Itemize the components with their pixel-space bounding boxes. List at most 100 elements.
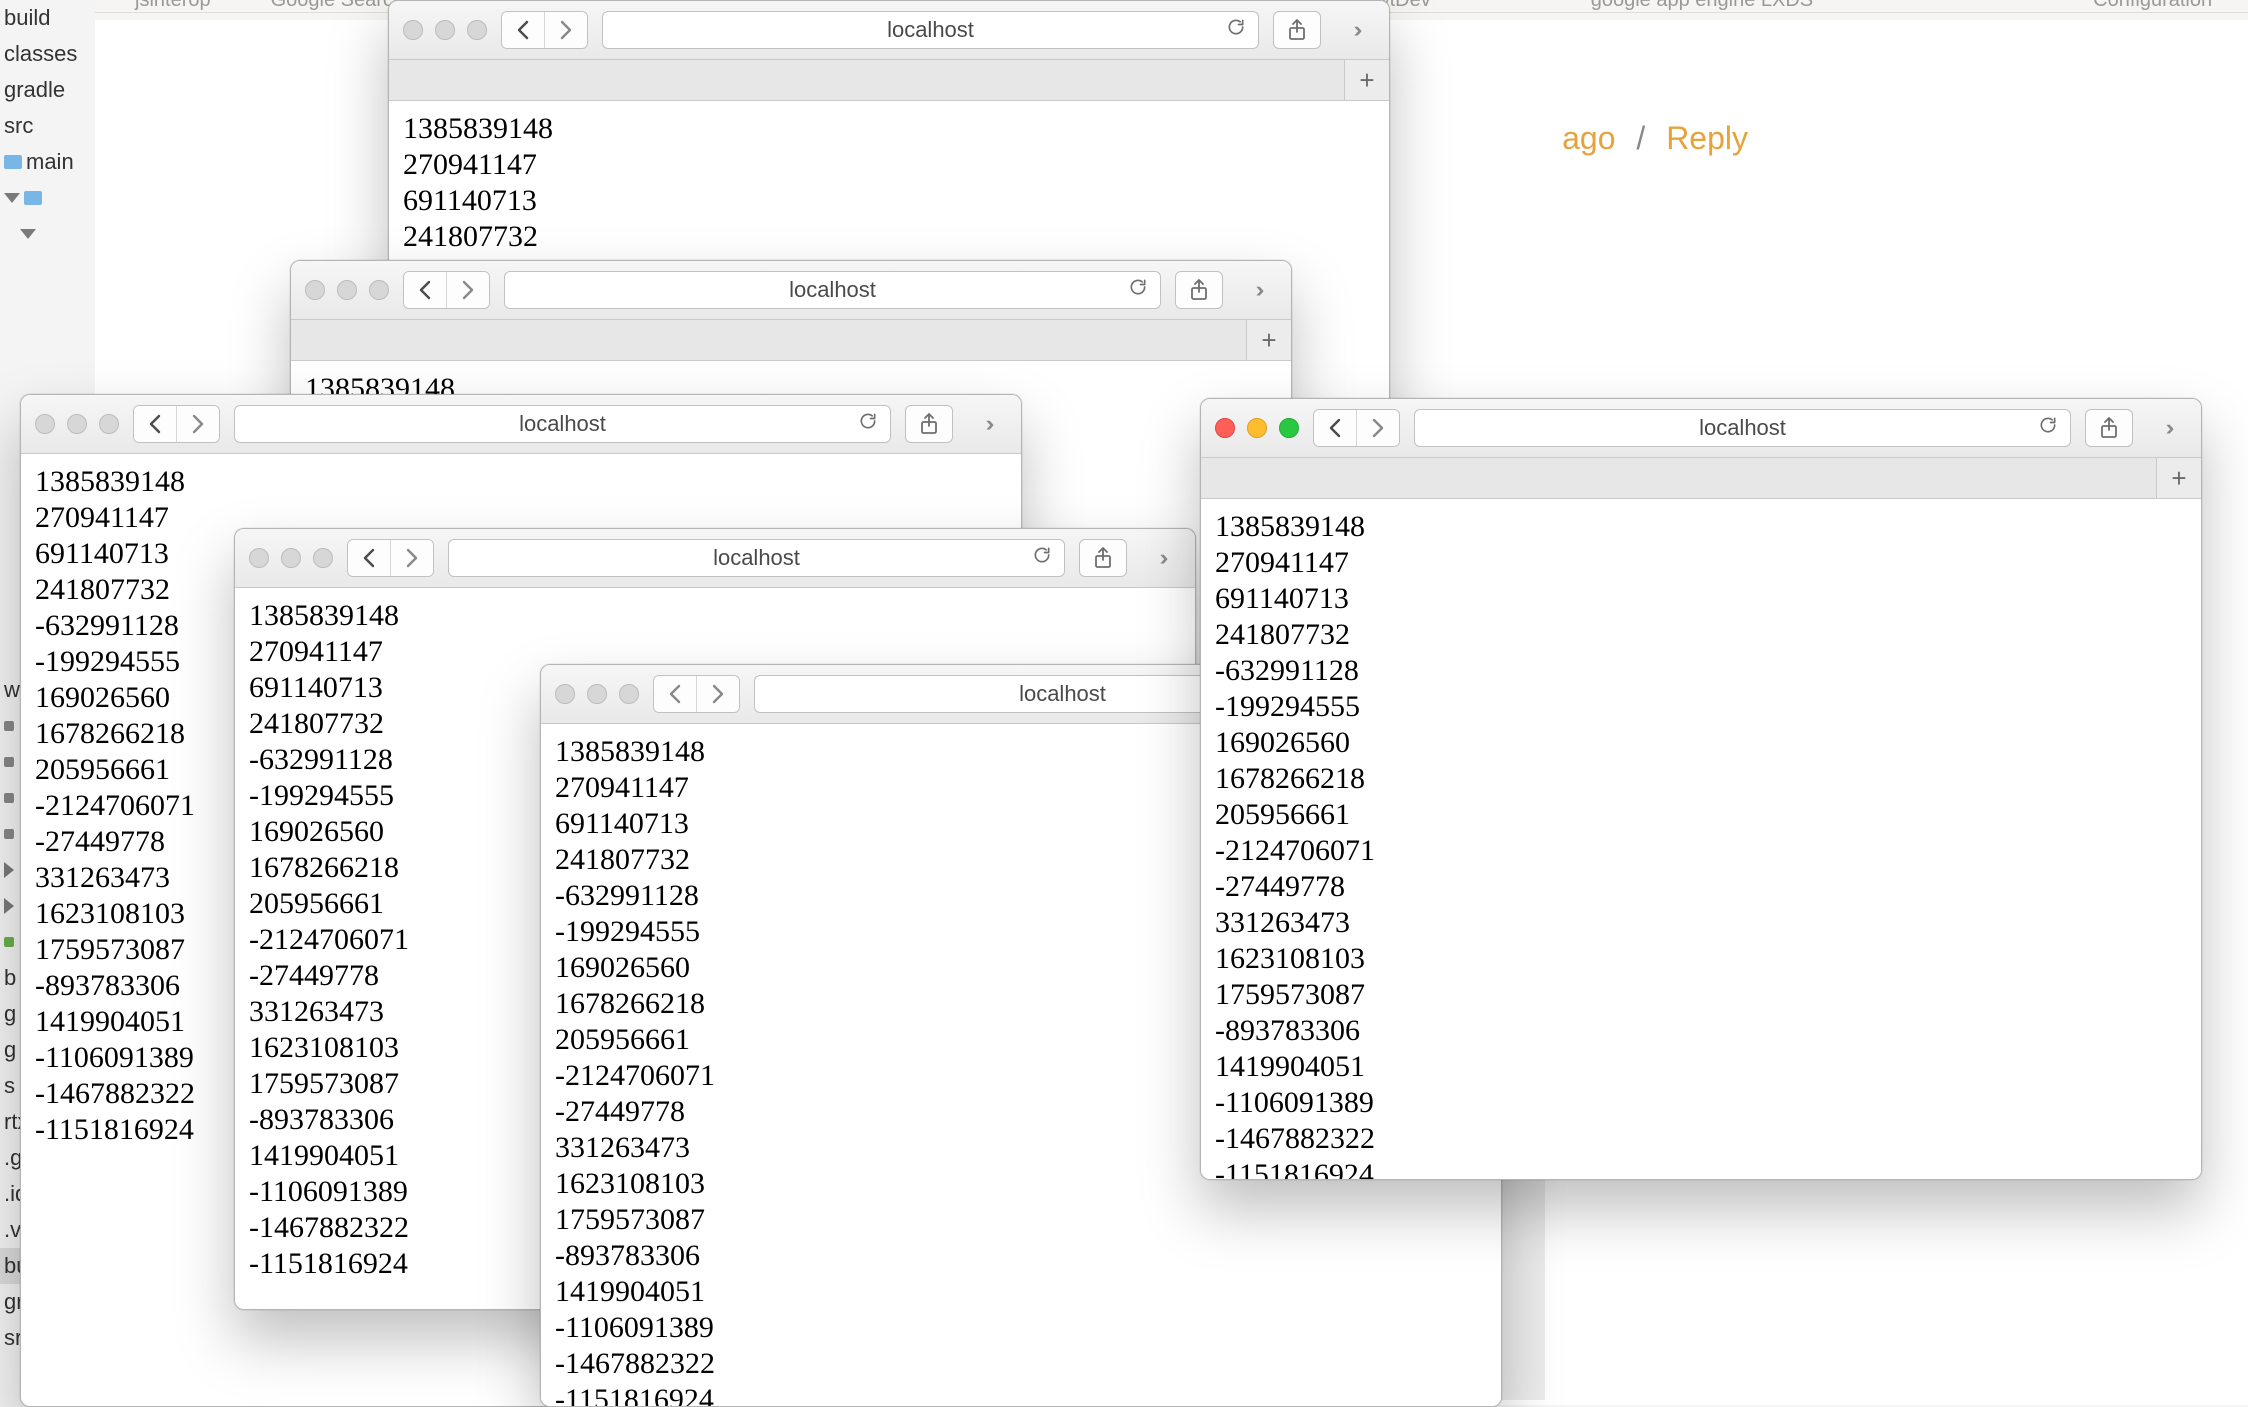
tree-label: build	[4, 0, 50, 36]
minimize-window-button[interactable]	[67, 414, 87, 434]
window-toolbar: localhost ››	[1201, 399, 2201, 458]
tab-strip: +	[1201, 458, 2201, 499]
zoom-window-button[interactable]	[1279, 418, 1299, 438]
minimize-window-button[interactable]	[587, 684, 607, 704]
share-icon	[2099, 417, 2119, 439]
close-window-button[interactable]	[403, 20, 423, 40]
tree-label: s	[4, 1068, 15, 1104]
toolbar-overflow[interactable]: ››	[1237, 272, 1277, 308]
address-bar[interactable]: localhost	[504, 271, 1161, 309]
comment-age-tail: ago	[1562, 120, 1615, 156]
tree-label: src	[4, 108, 33, 144]
address-bar[interactable]: localhost	[602, 11, 1259, 49]
tree-label: g	[4, 996, 16, 1032]
share-icon	[1287, 19, 1307, 41]
minimize-window-button[interactable]	[281, 548, 301, 568]
tree-item-classes[interactable]: classes	[0, 36, 95, 72]
traffic-lights	[1215, 418, 1299, 438]
tree-label: b	[4, 960, 16, 996]
zoom-window-button[interactable]	[99, 414, 119, 434]
chevron-right-icon	[559, 20, 573, 40]
safari-window[interactable]: localhost››+1385839148 270941147 6911407…	[1200, 398, 2202, 1180]
new-tab-button[interactable]: +	[1246, 320, 1291, 360]
tree-row-expanded[interactable]	[0, 216, 95, 252]
back-button[interactable]	[348, 540, 390, 576]
chevron-left-icon	[516, 20, 530, 40]
forward-button[interactable]	[390, 540, 433, 576]
back-button[interactable]	[654, 676, 696, 712]
tree-item-src[interactable]: src	[0, 108, 95, 144]
zoom-window-button[interactable]	[619, 684, 639, 704]
toolbar-overflow[interactable]: ››	[967, 406, 1007, 442]
address-title: localhost	[887, 17, 974, 43]
toolbar-overflow[interactable]: ››	[1335, 12, 1375, 48]
tree-label: gradle	[4, 72, 65, 108]
back-button[interactable]	[134, 406, 176, 442]
tree-item-build[interactable]: build	[0, 0, 95, 36]
tree-label: w	[4, 672, 20, 708]
address-bar[interactable]: localhost	[234, 405, 891, 443]
window-toolbar: localhost ››	[21, 395, 1021, 454]
toolbar-overflow[interactable]: ››	[2147, 410, 2187, 446]
tab-strip: +	[291, 320, 1291, 361]
nav-buttons	[133, 405, 220, 443]
back-button[interactable]	[502, 12, 544, 48]
zoom-window-button[interactable]	[467, 20, 487, 40]
tree-row-expanded[interactable]	[0, 180, 95, 216]
minimize-window-button[interactable]	[337, 280, 357, 300]
forward-button[interactable]	[1356, 410, 1399, 446]
share-button[interactable]	[2085, 409, 2133, 447]
share-button[interactable]	[1175, 271, 1223, 309]
back-button[interactable]	[404, 272, 446, 308]
close-window-button[interactable]	[555, 684, 575, 704]
reload-button[interactable]	[858, 411, 878, 437]
close-window-button[interactable]	[305, 280, 325, 300]
address-bar[interactable]: localhost	[1414, 409, 2071, 447]
reload-button[interactable]	[1032, 545, 1052, 571]
close-window-button[interactable]	[249, 548, 269, 568]
minimize-window-button[interactable]	[435, 20, 455, 40]
nav-buttons	[347, 539, 434, 577]
forward-button[interactable]	[696, 676, 739, 712]
separator: /	[1636, 120, 1645, 156]
chevron-right-icon	[191, 414, 205, 434]
forward-button[interactable]	[446, 272, 489, 308]
reload-icon	[1226, 17, 1246, 37]
traffic-lights	[555, 684, 639, 704]
forward-button[interactable]	[176, 406, 219, 442]
share-button[interactable]	[1079, 539, 1127, 577]
zoom-window-button[interactable]	[369, 280, 389, 300]
forward-button[interactable]	[544, 12, 587, 48]
chevron-down-icon	[4, 193, 20, 203]
share-icon	[919, 413, 939, 435]
new-tab-button[interactable]: +	[1344, 60, 1389, 100]
zoom-window-button[interactable]	[313, 548, 333, 568]
chevron-right-icon	[405, 548, 419, 568]
nav-buttons	[403, 271, 490, 309]
chevron-right-icon	[711, 684, 725, 704]
tree-item-gradle[interactable]: gradle	[0, 72, 95, 108]
reload-button[interactable]	[1128, 277, 1148, 303]
reply-link[interactable]: Reply	[1666, 120, 1748, 156]
address-bar[interactable]: localhost	[448, 539, 1065, 577]
new-tab-button[interactable]: +	[2156, 458, 2201, 498]
back-button[interactable]	[1314, 410, 1356, 446]
close-window-button[interactable]	[35, 414, 55, 434]
chevron-down-icon	[20, 229, 36, 239]
comment-meta: ago / Reply	[1562, 120, 1748, 157]
share-button[interactable]	[1273, 11, 1321, 49]
chevron-left-icon	[362, 548, 376, 568]
share-button[interactable]	[905, 405, 953, 443]
minimize-window-button[interactable]	[1247, 418, 1267, 438]
reload-button[interactable]	[2038, 415, 2058, 441]
close-window-button[interactable]	[1215, 418, 1235, 438]
traffic-lights	[35, 414, 119, 434]
tree-item-main[interactable]: main	[0, 144, 95, 180]
reload-icon	[1032, 545, 1052, 565]
bg-tab: jsinterop	[135, 0, 211, 12]
address-title: localhost	[713, 545, 800, 571]
toolbar-overflow[interactable]: ››	[1141, 540, 1181, 576]
chevron-right-icon	[1371, 418, 1385, 438]
bg-tab: Configuration	[2093, 0, 2212, 12]
reload-button[interactable]	[1226, 17, 1246, 43]
